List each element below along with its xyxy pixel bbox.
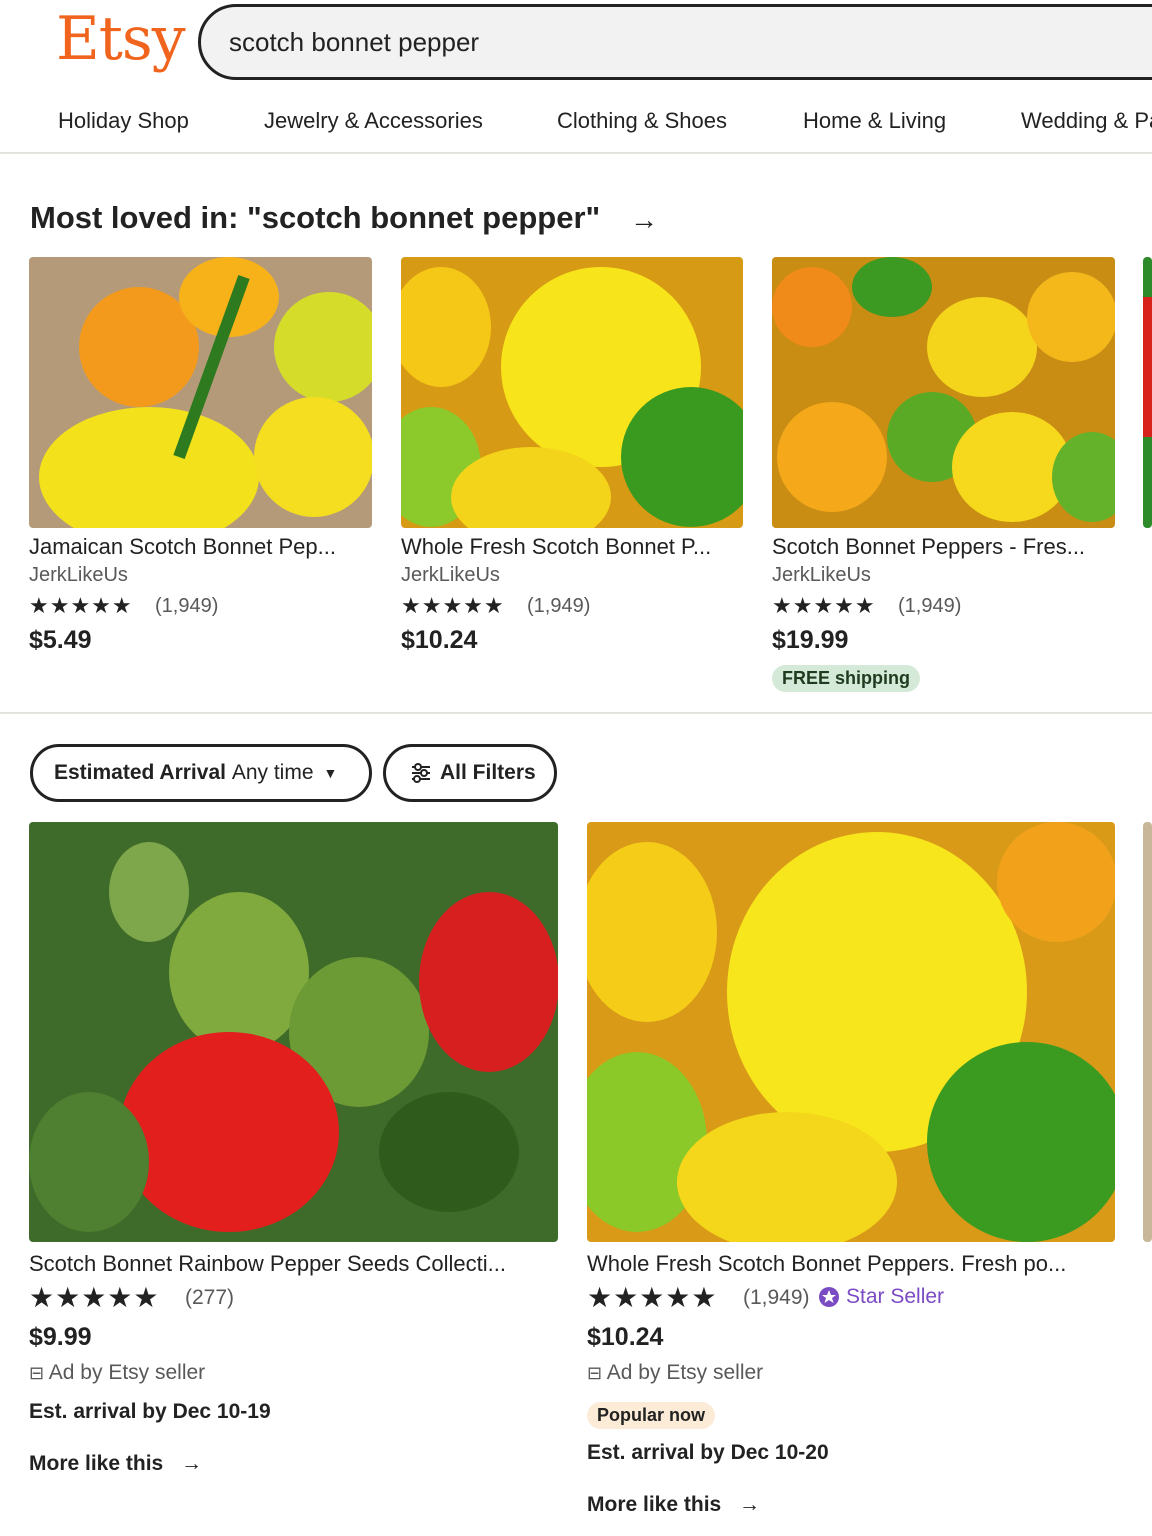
star-seller-icon: [819, 1287, 839, 1307]
star-seller-label: Star Seller: [846, 1285, 945, 1308]
ad-label: ⊟ Ad by Etsy seller: [587, 1361, 763, 1385]
nav-home-living[interactable]: Home & Living: [803, 108, 946, 134]
arrow-right-icon: →: [181, 1452, 203, 1475]
all-filters-button[interactable]: All Filters: [383, 744, 557, 802]
product-image[interactable]: [29, 257, 372, 528]
listing-image[interactable]: [29, 822, 558, 1242]
product-title[interactable]: Whole Fresh Scotch Bonnet P...: [401, 534, 711, 560]
rating-stars: ★★★★★: [401, 593, 505, 618]
arrow-right-icon[interactable]: →: [630, 204, 658, 236]
rating-stars: ★★★★★: [29, 593, 133, 618]
ad-label: ⊟ Ad by Etsy seller: [29, 1361, 205, 1385]
ad-text: Ad by Etsy seller: [48, 1361, 206, 1384]
estimated-arrival-filter[interactable]: Estimated Arrival Any time ▼: [30, 744, 372, 802]
category-nav: Holiday Shop Jewelry & Accessories Cloth…: [0, 100, 1152, 154]
free-shipping-badge: FREE shipping: [772, 665, 920, 692]
arrow-right-icon: →: [739, 1493, 761, 1516]
filter-label: Estimated Arrival: [54, 761, 226, 784]
nav-jewelry-accessories[interactable]: Jewelry & Accessories: [264, 108, 483, 134]
more-like-this-link[interactable]: More like this →: [29, 1452, 202, 1476]
review-count: (1,949): [155, 595, 219, 617]
price: $19.99: [772, 626, 849, 654]
review-count: (1,949): [527, 595, 591, 617]
product-title[interactable]: Jamaican Scotch Bonnet Pep...: [29, 534, 336, 560]
product-title[interactable]: Scotch Bonnet Peppers - Fres...: [772, 534, 1085, 560]
nav-wedding-party[interactable]: Wedding & Pa: [1021, 108, 1152, 134]
nav-holiday-shop[interactable]: Holiday Shop: [58, 108, 189, 134]
search-input[interactable]: scotch bonnet pepper: [198, 4, 1152, 80]
etsy-logo[interactable]: Etsy: [56, 4, 186, 74]
shop-name: JerkLikeUs: [29, 564, 128, 586]
rating-stars: ★★★★★: [29, 1282, 160, 1313]
section-divider: [0, 712, 1152, 714]
price: $10.24: [587, 1323, 664, 1351]
more-like-this-label: More like this: [587, 1493, 722, 1516]
nav-clothing-shoes[interactable]: Clothing & Shoes: [557, 108, 727, 134]
listing-title[interactable]: Whole Fresh Scotch Bonnet Peppers. Fresh…: [587, 1251, 1066, 1277]
price: $10.24: [401, 626, 478, 654]
more-like-this-link[interactable]: More like this →: [587, 1493, 760, 1517]
review-count: (1,949): [743, 1286, 810, 1309]
listing-title[interactable]: Scotch Bonnet Rainbow Pepper Seeds Colle…: [29, 1251, 506, 1277]
popular-now-badge: Popular now: [587, 1402, 715, 1429]
estimated-arrival: Est. arrival by Dec 10-19: [29, 1400, 271, 1423]
price: $5.49: [29, 626, 92, 654]
price: $9.99: [29, 1323, 92, 1351]
star-seller-badge: Star Seller: [818, 1285, 944, 1309]
sliders-icon: [412, 763, 430, 783]
most-loved-title[interactable]: Most loved in: "scotch bonnet pepper": [30, 200, 600, 236]
rating-stars: ★★★★★: [772, 593, 876, 618]
ad-icon: ⊟: [587, 1363, 603, 1383]
product-image[interactable]: [401, 257, 743, 528]
review-count: (277): [185, 1286, 235, 1309]
estimated-arrival: Est. arrival by Dec 10-20: [587, 1441, 829, 1464]
product-image-partial[interactable]: [1143, 257, 1152, 528]
caret-down-icon: ▼: [323, 765, 338, 781]
listing-image[interactable]: [587, 822, 1115, 1242]
rating-stars: ★★★★★: [587, 1282, 718, 1313]
search-query: scotch bonnet pepper: [229, 27, 480, 57]
shop-name: JerkLikeUs: [401, 564, 500, 586]
more-like-this-label: More like this: [29, 1452, 164, 1475]
ad-icon: ⊟: [29, 1363, 45, 1383]
shop-name: JerkLikeUs: [772, 564, 871, 586]
filter-value: Any time: [231, 761, 314, 784]
listing-image-partial[interactable]: [1143, 822, 1152, 1242]
product-image[interactable]: [772, 257, 1115, 528]
ad-text: Ad by Etsy seller: [606, 1361, 764, 1384]
review-count: (1,949): [898, 595, 962, 617]
all-filters-label: All Filters: [440, 761, 536, 784]
